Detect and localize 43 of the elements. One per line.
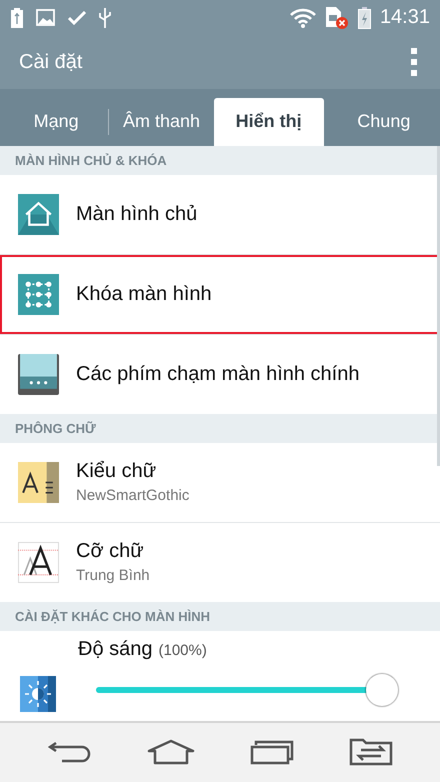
- settings-item[interactable]: Kiểu chữ NewSmartGothic: [0, 442, 440, 522]
- item-title: Kiểu chữ: [76, 460, 158, 484]
- wifi-icon: [290, 8, 316, 28]
- sim-card-error-icon: [324, 6, 349, 30]
- back-icon[interactable]: [48, 739, 92, 766]
- brightness-reading: (100%): [158, 642, 207, 660]
- app-title: Cài đặt: [19, 50, 82, 74]
- check-icon: [68, 10, 86, 25]
- brightness-slider[interactable]: [96, 673, 398, 708]
- item-title: Độ sáng: [78, 638, 152, 662]
- brightness-icon: [20, 676, 56, 712]
- tab[interactable]: Mạng: [4, 98, 108, 146]
- settings-item[interactable]: Khóa màn hình: [0, 254, 440, 334]
- recent-apps-icon[interactable]: [250, 739, 294, 766]
- item-title: Màn hình chủ: [76, 202, 198, 226]
- item-title: Khóa màn hình: [76, 282, 213, 306]
- item-subtitle: NewSmartGothic: [76, 487, 190, 504]
- battery-icon: [11, 8, 23, 28]
- section-header: MÀN HÌNH CHỦ & KHÓA: [0, 146, 440, 175]
- font-size-icon: [18, 542, 59, 583]
- phone-screen-icon: [18, 354, 59, 395]
- font-icon: [18, 462, 59, 503]
- tab[interactable]: Âm thanh: [109, 98, 214, 146]
- tab[interactable]: Hiển thị: [214, 98, 324, 146]
- dot-pattern-icon: [18, 274, 59, 315]
- switch-icon[interactable]: [348, 738, 392, 766]
- settings-item[interactable]: Màn hình chủ: [0, 174, 440, 254]
- home-icon[interactable]: [146, 739, 194, 766]
- usb-icon: [99, 6, 111, 29]
- settings-item[interactable]: Độ sáng (100%): [0, 630, 440, 721]
- item-subtitle: Trung Bình: [76, 567, 151, 584]
- more-options-icon[interactable]: [410, 48, 418, 76]
- image-icon: [36, 9, 55, 26]
- house-icon: [18, 194, 59, 235]
- item-title: Cỡ chữ: [76, 540, 145, 564]
- settings-item[interactable]: Cỡ chữ Trung Bình: [0, 522, 440, 602]
- tab[interactable]: Chung: [332, 98, 436, 146]
- section-header: CÀI ĐẶT KHÁC CHO MÀN HÌNH: [0, 602, 440, 631]
- status-time: 14:31: [380, 6, 430, 30]
- item-title: Các phím chạm màn hình chính: [76, 362, 360, 386]
- battery-charging-icon: [358, 6, 371, 29]
- section-header: PHÔNG CHỮ: [0, 414, 440, 443]
- settings-item[interactable]: Các phím chạm màn hình chính: [0, 334, 440, 414]
